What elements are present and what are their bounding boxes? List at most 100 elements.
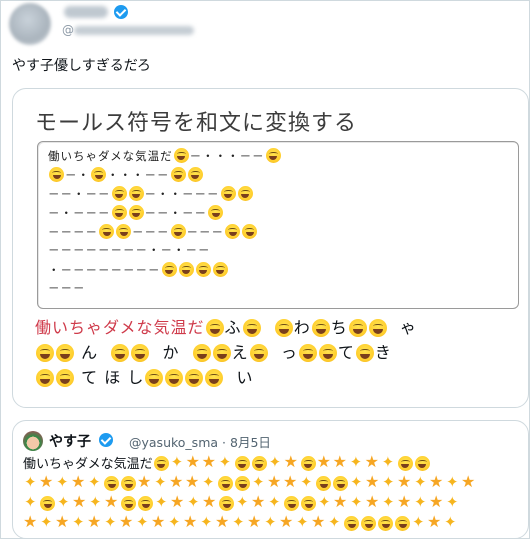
sparkles-icon (445, 492, 461, 512)
grinning-squinting-face-icon (111, 186, 127, 201)
quoted-author-avatar[interactable] (23, 431, 43, 451)
grinning-squinting-face-icon (170, 224, 186, 239)
star-icon (397, 492, 413, 512)
sparkles-icon (71, 512, 87, 532)
sparkles-icon (349, 452, 365, 472)
grinning-squinting-face-icon (249, 344, 268, 362)
sparkles-icon (218, 452, 234, 472)
answer-char: し (127, 368, 145, 387)
sparkles-icon (317, 492, 333, 512)
grinning-squinting-face-icon (91, 167, 106, 182)
handle-blurred (74, 26, 194, 35)
star-icon (183, 512, 199, 532)
sparkles-icon (231, 512, 247, 532)
grinning-squinting-face-icon (131, 344, 150, 362)
grinning-squinting-face-icon (311, 319, 330, 337)
answer-char: ほ (104, 368, 122, 387)
star-icon (169, 472, 185, 492)
grinning-squinting-face-icon (284, 496, 299, 511)
separator-dot: · (222, 435, 227, 450)
grinning-squinting-face-icon (165, 369, 184, 387)
star-icon (397, 472, 413, 492)
sparkles-icon (381, 472, 397, 492)
verified-badge-icon (114, 5, 128, 19)
verified-badge-icon (99, 433, 113, 447)
star-icon (71, 472, 87, 492)
grinning-squinting-face-icon (56, 344, 74, 362)
star-icon (283, 472, 299, 492)
star-icon (365, 472, 381, 492)
sparkles-icon (201, 472, 217, 492)
star-icon (279, 512, 295, 532)
answer-char: て (81, 368, 99, 387)
sparkles-icon (267, 492, 283, 512)
grinning-squinting-face-icon (235, 476, 250, 491)
sparkles-icon (170, 452, 186, 472)
grinning-squinting-face-icon (195, 262, 211, 277)
grinning-squinting-face-icon (242, 224, 257, 239)
grinning-squinting-face-icon (395, 516, 410, 531)
answer-red-text: 働いちゃダメな気温だ (35, 318, 205, 337)
sparkles-icon (199, 512, 215, 532)
grinning-squinting-face-icon (333, 476, 348, 491)
sparkles-icon (413, 472, 429, 492)
grinning-squinting-face-icon (225, 224, 240, 239)
grinning-squinting-face-icon (178, 262, 194, 277)
star-icon (267, 472, 283, 492)
star-icon (365, 452, 381, 472)
author-handle[interactable]: @ (62, 23, 194, 37)
star-icon (23, 512, 39, 532)
quoted-tweet[interactable]: やす子 @yasuko_sma · 8月5日 働いちゃダメな気温だ (12, 420, 529, 539)
handle-prefix: @ (62, 23, 74, 37)
star-icon (55, 512, 71, 532)
sparkles-icon (327, 512, 343, 532)
sparkles-icon (23, 492, 39, 512)
card-title: モールス符号を和文に変換する (35, 111, 358, 136)
morse-input-box: 働いちゃダメな気温だ －・・・－－ －・ ・・・－－ －－・－－ －・・－－－ －・－… (37, 141, 519, 309)
answer-char: ち (330, 318, 348, 337)
morse-line: ・－－－－－－－－ (48, 262, 229, 277)
grinning-squinting-face-icon (251, 456, 267, 471)
quoted-date[interactable]: 8月5日 (230, 435, 271, 450)
star-icon (247, 512, 263, 532)
star-icon (104, 492, 120, 512)
morse-line: －－－ (48, 281, 86, 295)
star-icon (311, 512, 327, 532)
decoded-answer-line-2: ん か え っ てき (35, 342, 392, 364)
grinning-squinting-face-icon (56, 369, 74, 387)
attached-image-card[interactable]: モールス符号を和文に変換する 働いちゃダメな気温だ －・・・－－ －・ ・・・－－ … (12, 88, 529, 408)
grinning-squinting-face-icon (298, 344, 317, 362)
grinning-squinting-face-icon (208, 205, 223, 220)
star-icon (365, 492, 381, 512)
sparkles-icon (39, 512, 55, 532)
grinning-squinting-face-icon (378, 516, 393, 531)
grinning-squinting-face-icon (219, 496, 234, 511)
grinning-squinting-face-icon (274, 319, 293, 337)
sparkles-icon (251, 472, 267, 492)
grinning-squinting-face-icon (218, 476, 233, 491)
answer-char: ん (81, 343, 99, 362)
author-avatar[interactable] (9, 3, 51, 45)
grinning-squinting-face-icon (116, 224, 131, 239)
sparkles-icon (88, 492, 104, 512)
morse-line: 働いちゃダメな気温だ －・・・－－ (48, 148, 282, 163)
grinning-squinting-face-icon (36, 344, 54, 362)
quoted-author-name[interactable]: やす子 (49, 431, 91, 451)
decoded-answer-line-3: て ほ し い (35, 367, 254, 389)
sparkles-icon (154, 492, 170, 512)
sparkles-icon (445, 472, 461, 492)
author-name-blurred[interactable] (64, 6, 108, 18)
sparkles-icon (349, 492, 365, 512)
sparkles-icon (103, 512, 119, 532)
grinning-squinting-face-icon (355, 344, 374, 362)
sparkles-icon (443, 512, 459, 532)
grinning-squinting-face-icon (237, 186, 253, 201)
star-icon (186, 452, 202, 472)
quoted-handle[interactable]: @yasuko_sma (129, 435, 218, 450)
sparkles-icon (167, 512, 183, 532)
grinning-squinting-face-icon (36, 369, 54, 387)
sparkles-icon (299, 472, 315, 492)
grinning-squinting-face-icon (145, 369, 164, 387)
answer-char: っ (280, 343, 298, 362)
star-icon (251, 492, 267, 512)
